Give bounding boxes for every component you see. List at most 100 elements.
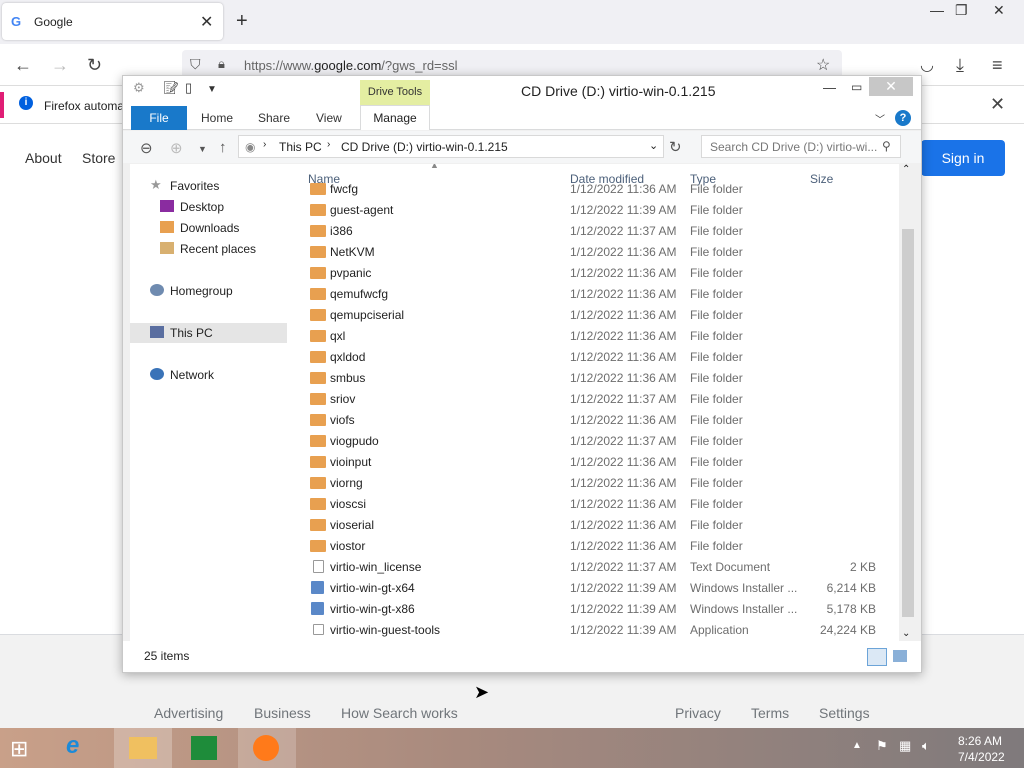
window-close-icon[interactable]: ✕ — [993, 2, 1005, 19]
large-icons-view-icon[interactable] — [893, 650, 907, 662]
scroll-thumb[interactable] — [902, 229, 914, 617]
minimize-icon[interactable]: — — [930, 2, 944, 18]
close-tab-icon[interactable]: ✕ — [200, 12, 213, 32]
breadcrumb-chevron-icon[interactable]: › — [327, 139, 330, 150]
file-row[interactable]: virtio-win-gt-x86 1/12/2022 11:39 AM Windo… — [300, 598, 890, 619]
forward-icon[interactable]: → — [51, 55, 69, 76]
file-row[interactable]: qemufwcfg 1/12/2022 11:36 AM File folder — [300, 283, 890, 304]
download-icon[interactable]: ⤓ — [956, 55, 964, 76]
explorer-forward-icon[interactable]: ⊕ — [170, 139, 183, 157]
footer-how-search-works-link[interactable]: How Search works — [341, 705, 458, 721]
breadcrumb-chevron-icon[interactable]: › — [263, 139, 266, 150]
recent-locations-icon[interactable]: ▼ — [198, 144, 207, 154]
up-icon[interactable]: ↑ — [219, 139, 227, 156]
file-row[interactable]: fwcfg 1/12/2022 11:36 AM File folder — [300, 178, 890, 199]
tab-file[interactable]: File — [131, 106, 187, 130]
explorer-title-bar[interactable]: ⚙ 📝︎ ▯ ▼ Drive Tools CD Drive (D:) virti… — [123, 76, 921, 105]
file-row[interactable]: viogpudo 1/12/2022 11:37 AM File folder — [300, 430, 890, 451]
sign-in-button[interactable]: Sign in — [921, 140, 1005, 176]
file-row[interactable]: viorng 1/12/2022 11:36 AM File folder — [300, 472, 890, 493]
help-icon[interactable]: ? — [895, 110, 911, 126]
file-row[interactable]: virtio-win-guest-tools 1/12/2022 11:39 AM… — [300, 619, 890, 640]
breadcrumb-cd-drive[interactable]: CD Drive (D:) virtio-win-0.1.215 — [341, 140, 508, 154]
reload-icon[interactable]: ↻ — [87, 55, 102, 76]
file-row[interactable]: virtio-win-gt-x64 1/12/2022 11:39 AM Windo… — [300, 577, 890, 598]
address-dropdown-icon[interactable]: ⌄ — [649, 139, 658, 152]
browser-tab[interactable]: G Google ✕ — [2, 3, 223, 40]
file-row[interactable]: qemupciserial 1/12/2022 11:36 AM File fold… — [300, 304, 890, 325]
action-center-flag-icon[interactable]: ⚑ — [876, 738, 888, 754]
nav-network[interactable]: Network — [150, 365, 290, 385]
explorer-back-icon[interactable]: ⊖ — [140, 139, 153, 157]
internet-explorer-icon[interactable]: e — [52, 728, 110, 768]
properties-icon[interactable]: 📝︎ — [163, 80, 180, 96]
vertical-scrollbar[interactable]: ⌃ ⌄ — [899, 164, 915, 641]
file-row[interactable]: i386 1/12/2022 11:37 AM File folder — [300, 220, 890, 241]
explorer-minimize-icon[interactable]: — — [823, 80, 836, 95]
tab-share[interactable]: Share — [258, 111, 290, 125]
new-folder-icon[interactable]: ▯ — [185, 80, 192, 96]
scroll-down-icon[interactable]: ⌄ — [902, 628, 910, 639]
bookmark-star-icon[interactable]: ☆ — [816, 55, 830, 75]
file-row[interactable]: virtio-win_license 1/12/2022 11:37 AM Text… — [300, 556, 890, 577]
file-row[interactable]: guest-agent 1/12/2022 11:39 AM File folder — [300, 199, 890, 220]
clock-time[interactable]: 8:26 AM — [958, 734, 1002, 748]
file-row[interactable]: pvpanic 1/12/2022 11:36 AM File folder — [300, 262, 890, 283]
footer-business-link[interactable]: Business — [254, 705, 311, 721]
explorer-close-button[interactable]: ✕ — [869, 77, 913, 96]
nav-downloads[interactable]: Downloads — [160, 218, 290, 238]
quick-access-dropdown-icon[interactable]: ▼ — [207, 84, 217, 95]
tab-home[interactable]: Home — [201, 111, 233, 125]
volume-muted-icon[interactable]: 🔈︎ — [922, 738, 930, 754]
address-bar[interactable]: ◉ › This PC › CD Drive (D:) virtio-win-0… — [238, 135, 664, 158]
file-row[interactable]: vioinput 1/12/2022 11:36 AM File folder — [300, 451, 890, 472]
tracking-shield-icon[interactable]: ⛉ — [190, 56, 201, 73]
tray-expand-icon[interactable]: ▲ — [852, 740, 862, 751]
tab-manage[interactable]: Manage — [360, 105, 430, 130]
file-row[interactable]: qxl 1/12/2022 11:36 AM File folder — [300, 325, 890, 346]
network-tray-icon[interactable]: ▦ — [899, 738, 911, 754]
file-row[interactable]: viostor 1/12/2022 11:36 AM File folder — [300, 535, 890, 556]
expand-ribbon-icon[interactable]: ﹀ — [875, 111, 885, 126]
file-row[interactable]: viofs 1/12/2022 11:36 AM File folder — [300, 409, 890, 430]
footer-terms-link[interactable]: Terms — [751, 705, 789, 721]
file-row[interactable]: NetKVM 1/12/2022 11:36 AM File folder — [300, 241, 890, 262]
explorer-maximize-icon[interactable]: ▭ — [851, 80, 862, 94]
scroll-up-icon[interactable]: ⌃ — [902, 164, 910, 175]
nav-desktop[interactable]: Desktop — [160, 197, 290, 217]
system-menu-icon[interactable]: ⚙ — [133, 80, 145, 96]
file-row[interactable]: vioscsi 1/12/2022 11:36 AM File folder — [300, 493, 890, 514]
details-view-icon[interactable] — [867, 648, 887, 666]
menu-icon[interactable]: ≡ — [992, 55, 1003, 76]
nav-recent-places[interactable]: Recent places — [160, 239, 290, 259]
about-link[interactable]: About — [25, 150, 62, 166]
close-notification-icon[interactable]: ✕ — [990, 94, 1005, 115]
file-explorer-taskbar-icon[interactable] — [114, 728, 172, 768]
firefox-taskbar-icon[interactable] — [238, 728, 296, 768]
nav-this-pc[interactable]: This PC — [130, 323, 287, 343]
pocket-icon[interactable]: ◡ — [920, 55, 934, 75]
search-icon[interactable]: ⚲ — [882, 139, 891, 153]
file-type: File folder — [690, 287, 743, 301]
search-box[interactable]: Search CD Drive (D:) virtio-wi... ⚲ — [701, 135, 901, 158]
store-link[interactable]: Store — [82, 150, 115, 166]
new-tab-icon[interactable]: + — [236, 10, 248, 33]
restore-icon[interactable]: ❐ — [955, 2, 968, 19]
refresh-icon[interactable]: ↻ — [669, 138, 682, 156]
footer-advertising-link[interactable]: Advertising — [154, 705, 223, 721]
tab-view[interactable]: View — [316, 111, 342, 125]
nav-favorites[interactable]: ★ Favorites — [150, 176, 290, 196]
store-taskbar-icon[interactable] — [176, 728, 234, 768]
file-row[interactable]: smbus 1/12/2022 11:36 AM File folder — [300, 367, 890, 388]
breadcrumb-this-pc[interactable]: This PC — [279, 140, 322, 154]
back-icon[interactable]: ← — [14, 55, 32, 76]
footer-privacy-link[interactable]: Privacy — [675, 705, 721, 721]
file-row[interactable]: vioserial 1/12/2022 11:36 AM File folder — [300, 514, 890, 535]
file-row[interactable]: qxldod 1/12/2022 11:36 AM File folder — [300, 346, 890, 367]
clock-date[interactable]: 7/4/2022 — [958, 750, 1005, 764]
nav-homegroup[interactable]: Homegroup — [150, 281, 290, 301]
start-button-icon[interactable]: ⊞ — [10, 736, 28, 762]
footer-settings-link[interactable]: Settings — [819, 705, 870, 721]
lock-icon[interactable]: 🔒︎ — [218, 56, 225, 72]
file-row[interactable]: sriov 1/12/2022 11:37 AM File folder — [300, 388, 890, 409]
